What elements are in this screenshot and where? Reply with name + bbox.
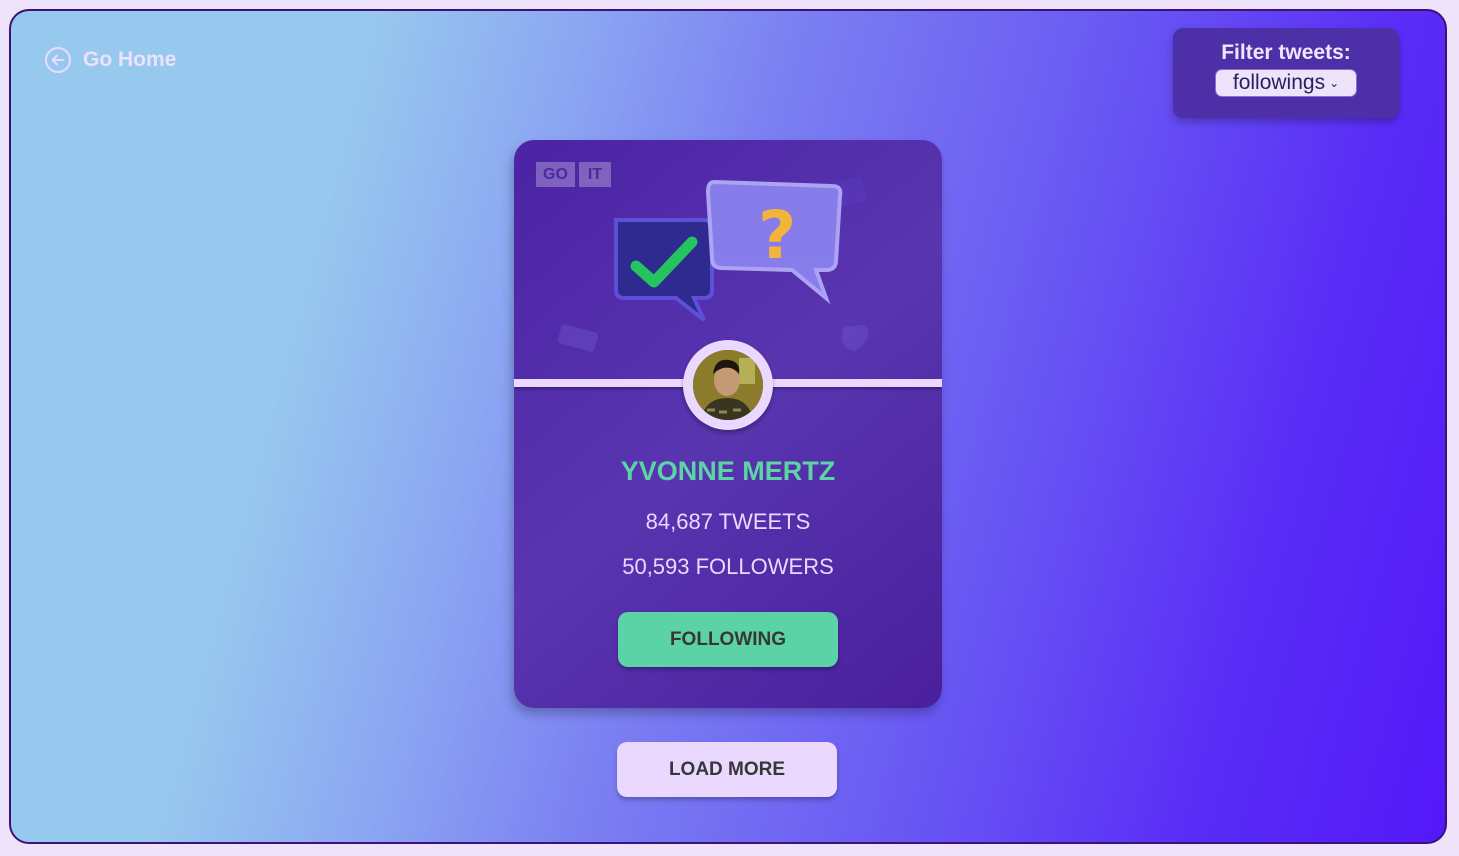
chevron-down-icon: ⌄ [1329,76,1340,90]
following-button[interactable]: FOLLOWING [618,612,838,667]
go-home-label: Go Home [83,48,177,71]
tweets-count: 84,687 TWEETS [645,509,811,534]
followers-count: 50,593 FOLLOWERS [622,554,834,579]
go-home-link[interactable]: Go Home [44,46,176,74]
filter-selected-value: followings [1232,71,1326,94]
question-bubble-icon: ? [705,179,843,305]
arrow-left-circle-icon [45,47,71,73]
avatar [693,350,763,420]
filter-label: Filter tweets: [1221,41,1351,64]
svg-text:?: ? [758,197,796,274]
avatar-ring [683,340,773,430]
avatar-photo [693,350,763,420]
user-card: GO IT ? YVONNE MERTZ 84,687 TWEETS 50,59… [514,140,942,708]
filter-panel: Filter tweets: followings ⌄ [1173,28,1399,118]
small-heart-bubble-icon [841,324,869,351]
page-frame: Go Home Filter tweets: followings ⌄ GO I… [9,9,1447,844]
load-more-button[interactable]: LOAD MORE [617,742,837,797]
user-name: YVONNE MERTZ [620,456,836,486]
small-chat-bubble-icon [557,324,599,352]
filter-select[interactable]: followings ⌄ [1215,69,1357,97]
check-bubble-icon [614,218,714,322]
